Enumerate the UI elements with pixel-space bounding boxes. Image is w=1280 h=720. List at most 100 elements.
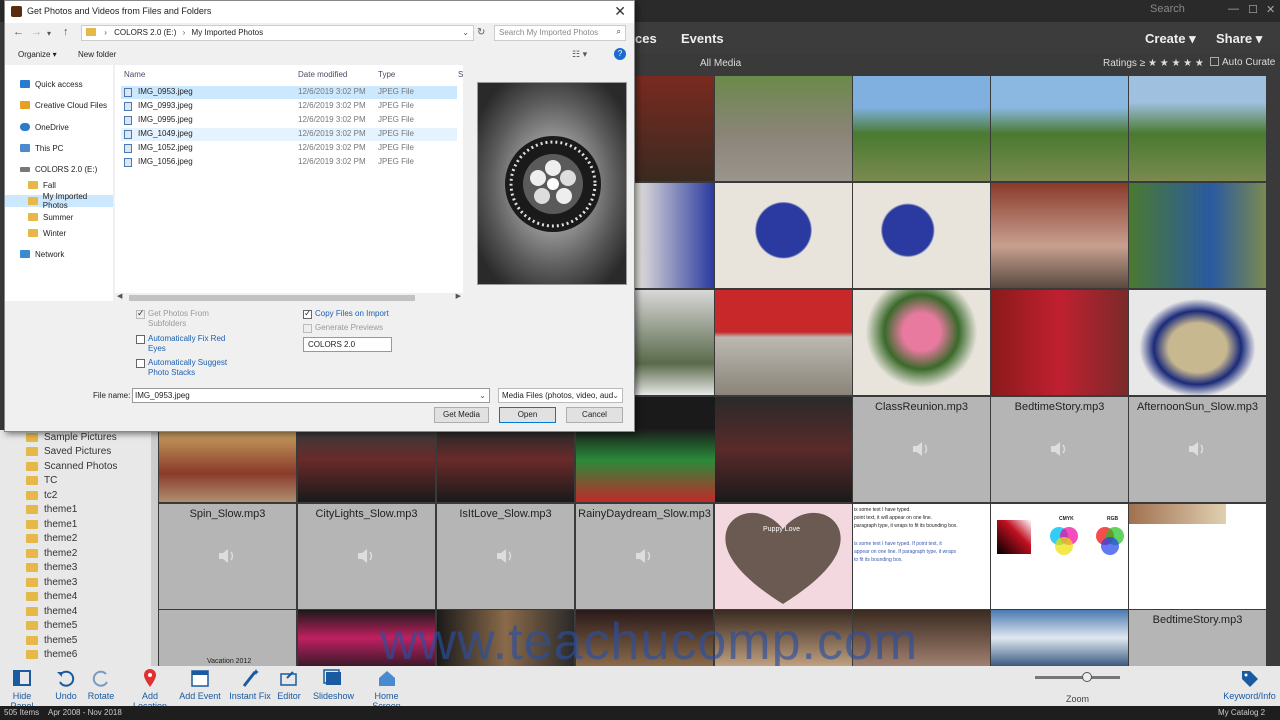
- generate-previews-checkbox[interactable]: Generate Previews: [303, 323, 383, 333]
- photo-thumbnail[interactable]: [1129, 183, 1266, 288]
- tab-places[interactable]: ces: [635, 31, 657, 46]
- folder-item[interactable]: theme5: [26, 633, 77, 647]
- suggest-photo-stacks-checkbox[interactable]: Automatically Suggest Photo Stacks: [136, 358, 230, 378]
- photo-thumbnail[interactable]: [1129, 76, 1266, 181]
- column-name[interactable]: Name: [124, 70, 145, 79]
- add-location-button[interactable]: Add Location: [125, 668, 175, 711]
- share-menu[interactable]: Share ▾: [1216, 31, 1262, 47]
- breadcrumb-folder[interactable]: My Imported Photos: [192, 28, 264, 37]
- nav-drive[interactable]: COLORS 2.0 (E:): [20, 163, 97, 175]
- audio-thumbnail[interactable]: BedtimeStory.mp3: [1129, 610, 1266, 666]
- photo-thumbnail[interactable]: [853, 290, 990, 395]
- folder-item[interactable]: theme1: [26, 517, 77, 531]
- breadcrumb-drive[interactable]: COLORS 2.0 (E:): [114, 28, 176, 37]
- vacation-thumbnail[interactable]: Vacation 2012: [159, 610, 296, 666]
- nav-quick-access[interactable]: Quick access: [20, 78, 83, 90]
- close-icon[interactable]: ✕: [614, 3, 626, 20]
- destination-field[interactable]: COLORS 2.0: [303, 337, 392, 352]
- audio-thumbnail[interactable]: RainyDaydream_Slow.mp3: [576, 504, 713, 609]
- ratings-filter[interactable]: Ratings ≥ ★ ★ ★ ★ ★: [1103, 58, 1204, 69]
- folder-item[interactable]: Scanned Photos: [26, 459, 117, 473]
- help-icon[interactable]: ?: [614, 48, 626, 60]
- audio-thumbnail[interactable]: BedtimeStory.mp3: [991, 397, 1128, 502]
- audio-thumbnail[interactable]: Spin_Slow.mp3: [159, 504, 296, 609]
- photo-thumbnail[interactable]: [635, 183, 714, 288]
- photo-thumbnail[interactable]: [991, 610, 1128, 666]
- chevron-down-icon[interactable]: ▾: [47, 29, 51, 38]
- folder-item[interactable]: theme3: [26, 560, 77, 574]
- file-row[interactable]: IMG_1052.jpeg 12/6/2019 3:02 PM JPEG File: [121, 142, 457, 155]
- tab-events[interactable]: Events: [681, 31, 724, 46]
- view-options-icon[interactable]: ☷ ▾: [572, 49, 587, 60]
- editor-button[interactable]: Editor: [274, 668, 304, 701]
- column-size[interactable]: S: [458, 70, 463, 79]
- keyword-info-button[interactable]: Keyword/Info: [1222, 668, 1277, 701]
- color-model-thumbnail[interactable]: CMYK RGB: [991, 504, 1128, 609]
- folder-item[interactable]: theme2: [26, 546, 77, 560]
- close-icon[interactable]: ✕: [1266, 3, 1275, 16]
- folder-item[interactable]: theme2: [26, 531, 77, 545]
- file-name-input[interactable]: IMG_0953.jpeg ⌄: [132, 388, 490, 403]
- file-row[interactable]: IMG_0993.jpeg 12/6/2019 3:02 PM JPEG File: [121, 100, 457, 113]
- photo-thumbnail[interactable]: [715, 183, 852, 288]
- minimize-icon[interactable]: —: [1228, 3, 1239, 15]
- nav-folder-fall[interactable]: Fall: [28, 179, 56, 191]
- refresh-icon[interactable]: ↻: [477, 27, 485, 38]
- get-media-button[interactable]: Get Media: [434, 407, 489, 423]
- folder-item[interactable]: Saved Pictures: [26, 444, 111, 458]
- copy-files-checkbox[interactable]: Copy Files on Import: [303, 308, 389, 319]
- open-button[interactable]: Open: [499, 407, 556, 423]
- folders-scrollbar[interactable]: [151, 430, 158, 666]
- zoom-slider-knob[interactable]: [1082, 672, 1092, 682]
- file-row[interactable]: IMG_0953.jpeg 12/6/2019 3:02 PM JPEG File: [121, 86, 457, 99]
- chevron-down-icon[interactable]: ⌄: [479, 391, 486, 400]
- puppy-love-thumbnail[interactable]: Puppy Love: [715, 504, 852, 609]
- photo-thumbnail[interactable]: [991, 76, 1128, 181]
- audio-thumbnail[interactable]: CityLights_Slow.mp3: [298, 504, 435, 609]
- up-icon[interactable]: ↑: [63, 26, 69, 38]
- hide-panel-button[interactable]: Hide Panel: [2, 668, 42, 711]
- folder-item[interactable]: theme4: [26, 604, 77, 618]
- photo-thumbnail[interactable]: [715, 397, 852, 502]
- organize-button[interactable]: Organize ▾: [18, 50, 57, 59]
- nav-this-pc[interactable]: This PC: [20, 142, 63, 154]
- audio-thumbnail[interactable]: ClassReunion.mp3: [853, 397, 990, 502]
- get-from-subfolders-checkbox[interactable]: Get Photos From Subfolders: [136, 308, 218, 329]
- address-bar[interactable]: › COLORS 2.0 (E:) › My Imported Photos ⌄: [81, 25, 474, 41]
- photo-thumbnail[interactable]: [991, 290, 1128, 395]
- photo-thumbnail[interactable]: [159, 431, 296, 502]
- folder-item[interactable]: theme3: [26, 575, 77, 589]
- fix-red-eyes-checkbox[interactable]: Automatically Fix Red Eyes: [136, 334, 230, 354]
- create-menu[interactable]: Create ▾: [1145, 31, 1196, 47]
- rotate-button[interactable]: Rotate: [86, 668, 116, 701]
- photo-thumbnail[interactable]: [1129, 504, 1266, 609]
- audio-thumbnail[interactable]: AfternoonSun_Slow.mp3: [1129, 397, 1266, 502]
- search-input[interactable]: Search My Imported Photos ⌕: [494, 25, 626, 41]
- cancel-button[interactable]: Cancel: [566, 407, 623, 423]
- folder-item[interactable]: tc2: [26, 488, 57, 502]
- photo-thumbnail[interactable]: [635, 290, 714, 395]
- home-screen-button[interactable]: Home Screen: [359, 668, 414, 711]
- nav-folder-my-imported-photos[interactable]: My Imported Photos: [5, 192, 113, 210]
- photo-thumbnail[interactable]: [1129, 290, 1266, 395]
- audio-thumbnail[interactable]: IsItLove_Slow.mp3: [437, 504, 574, 609]
- add-event-button[interactable]: Add Event: [179, 668, 221, 701]
- photo-thumbnail[interactable]: [715, 76, 852, 181]
- folder-item[interactable]: TC: [26, 473, 57, 487]
- file-type-select[interactable]: Media Files (photos, video, aud ⌄: [498, 388, 623, 403]
- auto-curate-toggle[interactable]: Auto Curate: [1210, 57, 1275, 68]
- photo-thumbnail[interactable]: [853, 183, 990, 288]
- zoom-slider[interactable]: [1035, 672, 1120, 682]
- grid-scrollbar[interactable]: [1268, 76, 1280, 666]
- slideshow-button[interactable]: Slideshow: [313, 668, 354, 701]
- maximize-icon[interactable]: ☐: [1248, 3, 1258, 16]
- back-icon[interactable]: ←: [13, 26, 24, 38]
- organizer-search[interactable]: Search: [1130, 3, 1210, 19]
- text-thumbnail[interactable]: is some text I have typed. point text, it…: [853, 504, 990, 609]
- photo-thumbnail[interactable]: [715, 290, 852, 395]
- folder-item[interactable]: theme1: [26, 502, 77, 516]
- nav-onedrive[interactable]: OneDrive: [20, 121, 69, 133]
- folder-item[interactable]: theme4: [26, 589, 77, 603]
- file-row[interactable]: IMG_0995.jpeg 12/6/2019 3:02 PM JPEG File: [121, 114, 457, 127]
- folder-item[interactable]: theme5: [26, 618, 77, 632]
